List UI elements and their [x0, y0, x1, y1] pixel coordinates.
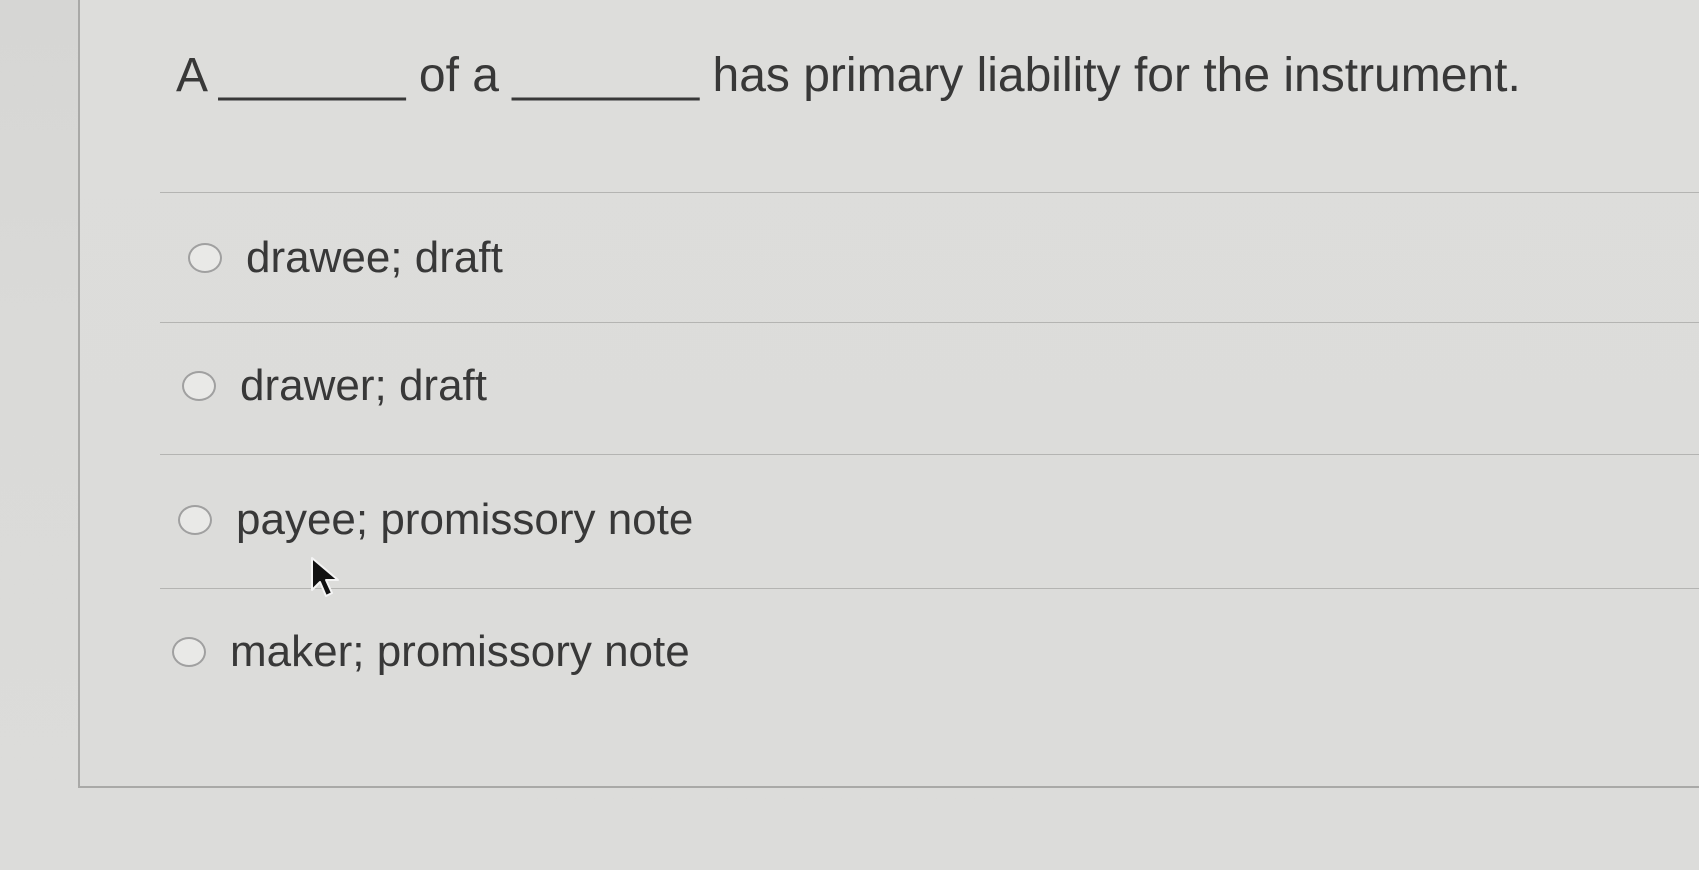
option-payee-promissory-note[interactable]: payee; promissory note	[178, 492, 693, 548]
option-drawee-draft[interactable]: drawee; draft	[188, 230, 503, 286]
divider	[160, 588, 1699, 589]
radio-button[interactable]	[178, 505, 212, 535]
divider	[160, 454, 1699, 455]
option-drawer-draft[interactable]: drawer; draft	[182, 358, 487, 414]
option-maker-promissory-note[interactable]: maker; promissory note	[172, 624, 690, 680]
option-label: maker; promissory note	[230, 627, 690, 676]
radio-button[interactable]	[188, 243, 222, 273]
question-text: A _______ of a _______ has primary liabi…	[176, 49, 1521, 102]
mouse-pointer-icon	[311, 557, 339, 597]
option-label: drawer; draft	[240, 361, 487, 410]
option-label: payee; promissory note	[236, 495, 694, 544]
radio-button[interactable]	[182, 371, 216, 401]
divider	[160, 322, 1699, 323]
divider	[160, 192, 1699, 193]
radio-button[interactable]	[172, 637, 206, 667]
option-label: drawee; draft	[246, 233, 503, 282]
